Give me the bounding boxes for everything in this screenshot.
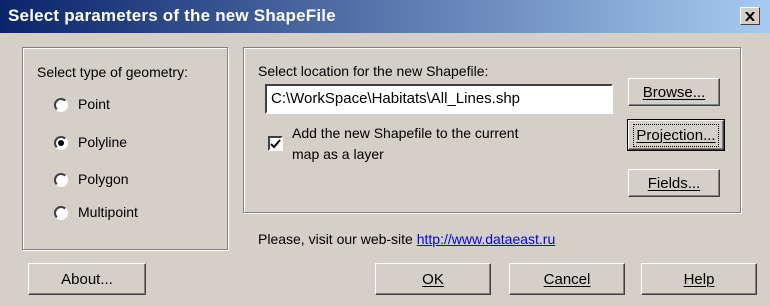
polygon-radio[interactable] xyxy=(54,173,68,187)
add-to-map-label-line1: Add the new Shapefile to the current xyxy=(292,125,519,141)
cancel-button[interactable]: Cancel xyxy=(509,263,625,295)
browse-button[interactable]: Browse... xyxy=(628,78,720,106)
radio-selected-dot xyxy=(58,140,64,146)
about-button[interactable]: About... xyxy=(28,263,146,295)
location-heading: Select location for the new Shapefile: xyxy=(258,63,489,79)
shapefile-path-field[interactable]: C:\WorkSpace\Habitats\All_Lines.shp xyxy=(265,84,613,114)
ok-button-label: OK xyxy=(422,270,444,288)
help-button-label: Help xyxy=(683,270,715,288)
polyline-radio[interactable] xyxy=(54,136,68,150)
multipoint-label: Multipoint xyxy=(78,204,138,220)
shapefile-dialog: Select parameters of the new ShapeFile S… xyxy=(0,0,770,306)
geometry-heading: Select type of geometry: xyxy=(37,64,188,80)
point-label: Point xyxy=(78,96,110,112)
projection-button-label: Projection... xyxy=(633,123,719,147)
fields-button-label: Fields... xyxy=(647,174,701,192)
fields-button[interactable]: Fields... xyxy=(628,169,720,197)
point-radio[interactable] xyxy=(54,98,68,112)
website-link[interactable]: http://www.dataeast.ru xyxy=(417,231,556,247)
visit-text: Please, visit our web-site http://www.da… xyxy=(258,231,555,247)
close-button[interactable] xyxy=(740,7,760,25)
browse-button-label: Browse... xyxy=(642,83,706,101)
window-title: Select parameters of the new ShapeFile xyxy=(8,6,336,25)
add-to-map-label-line2: map as a layer xyxy=(292,146,384,162)
close-icon xyxy=(745,11,755,21)
checkmark-icon xyxy=(270,138,281,148)
polygon-label: Polygon xyxy=(78,171,129,187)
title-bar: Select parameters of the new ShapeFile xyxy=(0,0,770,33)
help-button[interactable]: Help xyxy=(641,263,757,295)
add-to-map-checkbox[interactable] xyxy=(268,136,283,151)
polyline-label: Polyline xyxy=(78,134,128,150)
multipoint-radio[interactable] xyxy=(54,206,68,220)
visit-prefix: Please, visit our web-site xyxy=(258,231,413,247)
projection-button[interactable]: Projection... xyxy=(627,119,725,151)
cancel-button-label: Cancel xyxy=(543,270,591,288)
ok-button[interactable]: OK xyxy=(375,263,491,295)
about-button-label: About... xyxy=(61,270,113,288)
